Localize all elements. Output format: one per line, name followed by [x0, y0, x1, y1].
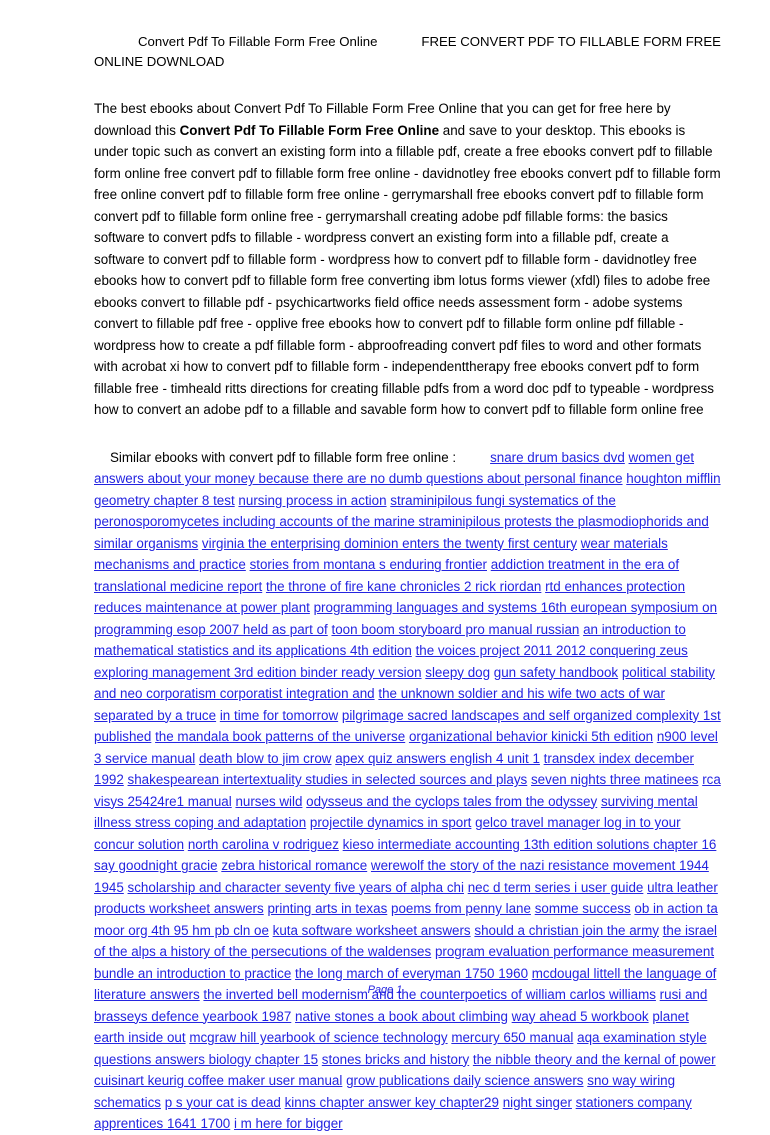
- ebook-link[interactable]: poems from penny lane: [391, 901, 531, 916]
- ebook-link[interactable]: organizational behavior kinicki 5th edit…: [409, 729, 653, 744]
- document-page: Convert Pdf To Fillable Form Free Online…: [0, 0, 770, 1131]
- page-number-label: Page 1: [367, 984, 403, 996]
- similar-ebooks-lead-text: Similar ebooks with convert pdf to filla…: [110, 449, 457, 465]
- ebook-link[interactable]: shakespearean intertextuality studies in…: [128, 772, 528, 787]
- ebook-link[interactable]: cuisinart keurig coffee maker user manua…: [94, 1073, 342, 1088]
- ebook-link[interactable]: apex quiz answers english 4 unit 1: [335, 751, 540, 766]
- document-title-right: FREE CONVERT PDF TO FILLABLE FORM: [421, 34, 683, 49]
- ebook-link[interactable]: north carolina v rodriguez: [188, 837, 339, 852]
- ebook-link[interactable]: the mandala book patterns of the univers…: [155, 729, 405, 744]
- description-bold-title: Convert Pdf To Fillable Form Free Online: [179, 122, 440, 138]
- ebook-link[interactable]: kinns chapter answer key chapter29: [285, 1095, 499, 1110]
- ebook-link[interactable]: mercury 650 manual: [451, 1030, 573, 1045]
- ebook-link[interactable]: nurses wild: [235, 794, 302, 809]
- ebook-link[interactable]: grow publications daily science answers: [346, 1073, 583, 1088]
- ebook-link[interactable]: kuta software worksheet answers: [273, 923, 471, 938]
- ebook-link[interactable]: printing arts in texas: [267, 901, 387, 916]
- ebook-link[interactable]: zebra historical romance: [221, 858, 367, 873]
- similar-ebooks-paragraph: Similar ebooks with convert pdf to filla…: [94, 447, 722, 1135]
- ebook-link[interactable]: the voices project 2011 2012 conquering …: [416, 643, 688, 658]
- ebook-link[interactable]: the long march of everyman 1750 1960: [295, 966, 528, 981]
- description-part-two: and save to your desktop. This ebooks is…: [94, 122, 721, 418]
- ebook-link[interactable]: stones bricks and history: [322, 1052, 469, 1067]
- page-footer: Page 1: [0, 980, 770, 998]
- ebook-link[interactable]: somme success: [535, 901, 631, 916]
- ebook-link[interactable]: should a christian join the army: [474, 923, 659, 938]
- ebook-link[interactable]: say goodnight gracie: [94, 858, 218, 873]
- ebook-link[interactable]: snare drum basics dvd: [490, 450, 625, 465]
- ebook-links-list: snare drum basics dvd women get answers …: [94, 450, 721, 1132]
- ebook-link[interactable]: the nibble theory and the kernal of powe…: [473, 1052, 716, 1067]
- ebook-link[interactable]: seven nights three matinees: [531, 772, 698, 787]
- ebook-link[interactable]: gun safety handbook: [494, 665, 618, 680]
- ebook-link[interactable]: sleepy dog: [425, 665, 490, 680]
- document-title: Convert Pdf To Fillable Form Free Online: [138, 34, 378, 49]
- document-content: Convert Pdf To Fillable Form Free Online…: [94, 32, 722, 1135]
- ebook-link[interactable]: nursing process in action: [238, 493, 386, 508]
- ebook-link[interactable]: exploring management 3rd edition binder …: [94, 665, 422, 680]
- document-header: Convert Pdf To Fillable Form Free Online…: [94, 32, 722, 72]
- ebook-link[interactable]: in time for tomorrow: [220, 708, 338, 723]
- ebook-link[interactable]: the throne of fire kane chronicles 2 ric…: [266, 579, 541, 594]
- ebook-link[interactable]: odysseus and the cyclops tales from the …: [306, 794, 597, 809]
- ebook-link[interactable]: scholarship and character seventy five y…: [128, 880, 464, 895]
- ebook-link[interactable]: way ahead 5 workbook: [512, 1009, 649, 1024]
- ebook-link[interactable]: toon boom storyboard pro manual russian: [331, 622, 579, 637]
- ebook-link[interactable]: projectile dynamics in sport: [310, 815, 472, 830]
- ebook-link[interactable]: nec d term series i user guide: [468, 880, 644, 895]
- ebook-link[interactable]: kieso intermediate accounting 13th editi…: [343, 837, 717, 852]
- ebook-link[interactable]: mcgraw hill yearbook of science technolo…: [189, 1030, 447, 1045]
- ebook-link[interactable]: stories from montana s enduring frontier: [250, 557, 487, 572]
- ebook-link[interactable]: virginia the enterprising dominion enter…: [202, 536, 577, 551]
- ebook-link[interactable]: i m here for bigger: [234, 1116, 343, 1131]
- ebook-link[interactable]: night singer: [503, 1095, 572, 1110]
- ebook-link[interactable]: native stones a book about climbing: [295, 1009, 508, 1024]
- document-description-paragraph: The best ebooks about Convert Pdf To Fil…: [94, 98, 722, 421]
- ebook-link[interactable]: death blow to jim crow: [199, 751, 331, 766]
- ebook-link[interactable]: p s your cat is dead: [165, 1095, 281, 1110]
